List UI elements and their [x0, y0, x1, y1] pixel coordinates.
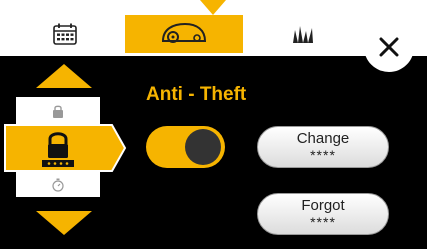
tab-mower[interactable] — [125, 15, 243, 53]
tab-grass[interactable] — [245, 15, 363, 53]
lock-pin-icon — [42, 132, 74, 167]
page-title: Anti - Theft — [146, 84, 247, 105]
change-pin-button[interactable]: Change **** — [257, 126, 389, 168]
robot-mower-icon — [161, 22, 207, 43]
active-tab-pointer — [200, 0, 226, 15]
side-menu-item-pin-lock[interactable] — [4, 124, 127, 172]
scroll-down-button[interactable] — [36, 211, 92, 235]
scroll-up-button[interactable] — [36, 64, 92, 88]
timer-icon — [52, 178, 64, 192]
forgot-button-label: Forgot — [301, 197, 345, 214]
lock-small-icon — [53, 105, 63, 118]
change-button-pin-mask: **** — [310, 147, 336, 163]
close-button[interactable] — [364, 22, 414, 72]
forgot-pin-button[interactable]: Forgot **** — [257, 193, 389, 235]
close-icon — [379, 37, 399, 57]
tab-schedule[interactable] — [6, 15, 124, 53]
anti-theft-toggle[interactable] — [146, 126, 225, 168]
forgot-button-pin-mask: **** — [310, 214, 336, 230]
side-menu-item-lock[interactable] — [16, 97, 100, 124]
calendar-icon — [53, 23, 77, 45]
grass-icon — [293, 26, 313, 43]
change-button-label: Change — [296, 130, 350, 147]
side-menu-item-timer[interactable] — [16, 172, 100, 197]
toggle-knob — [185, 129, 221, 165]
